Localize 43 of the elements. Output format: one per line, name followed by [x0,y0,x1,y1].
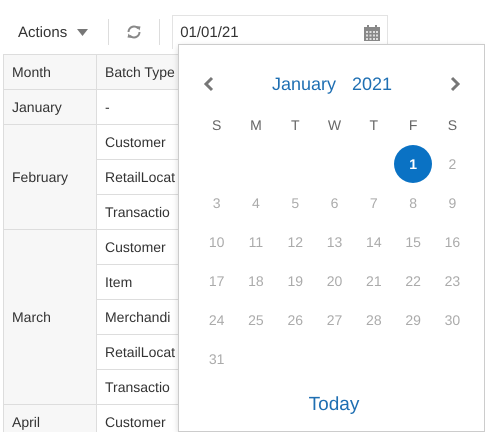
day-button[interactable]: 23 [433,262,472,300]
weekday-label: W [326,116,342,134]
day-button[interactable]: 15 [394,222,432,260]
month-link[interactable]: January [272,74,336,94]
day-button[interactable]: 29 [394,300,432,338]
chevron-left-icon [203,76,215,92]
caret-icon [77,28,88,36]
day-button[interactable]: 16 [433,222,472,260]
day-button[interactable]: 5 [276,184,314,222]
calendar-icon [363,24,382,42]
day-button[interactable]: 9 [433,184,472,222]
chevron-right-icon [449,76,461,92]
refresh-icon [126,24,142,40]
day-button[interactable]: 26 [276,300,314,338]
day-button[interactable]: 20 [316,262,354,300]
day-button[interactable]: 8 [394,184,432,222]
weekday-label: T [368,116,380,134]
table-cell: February [4,124,96,230]
day-button[interactable]: 7 [354,184,393,222]
weekday-label: T [290,116,301,134]
year-link[interactable]: 2021 [352,74,392,94]
day-button[interactable]: 6 [316,184,354,222]
day-button[interactable]: 18 [236,262,275,300]
day-button[interactable]: 21 [354,262,393,300]
day-button[interactable]: 22 [394,262,432,300]
day-button[interactable]: 27 [316,300,354,338]
table-cell: April [4,404,96,432]
actions-menu-button[interactable]: Actions [10,16,96,48]
day-button[interactable]: 30 [433,300,472,338]
day-button[interactable]: 28 [354,300,393,338]
day-button[interactable]: 13 [316,222,354,260]
day-button[interactable]: 12 [276,222,314,260]
column-header: Month [4,54,96,90]
weekday-label: S [446,116,458,134]
weekday-label: F [408,116,418,134]
day-button[interactable]: 2 [433,144,472,182]
today-link[interactable]: Today [308,394,360,416]
day-button[interactable]: 19 [276,262,314,300]
table-cell: March [4,230,96,404]
day-button[interactable]: 17 [198,262,236,300]
day-button[interactable]: 1 [394,144,432,182]
day-button[interactable]: 14 [354,222,393,260]
table-cell: January [4,90,96,124]
